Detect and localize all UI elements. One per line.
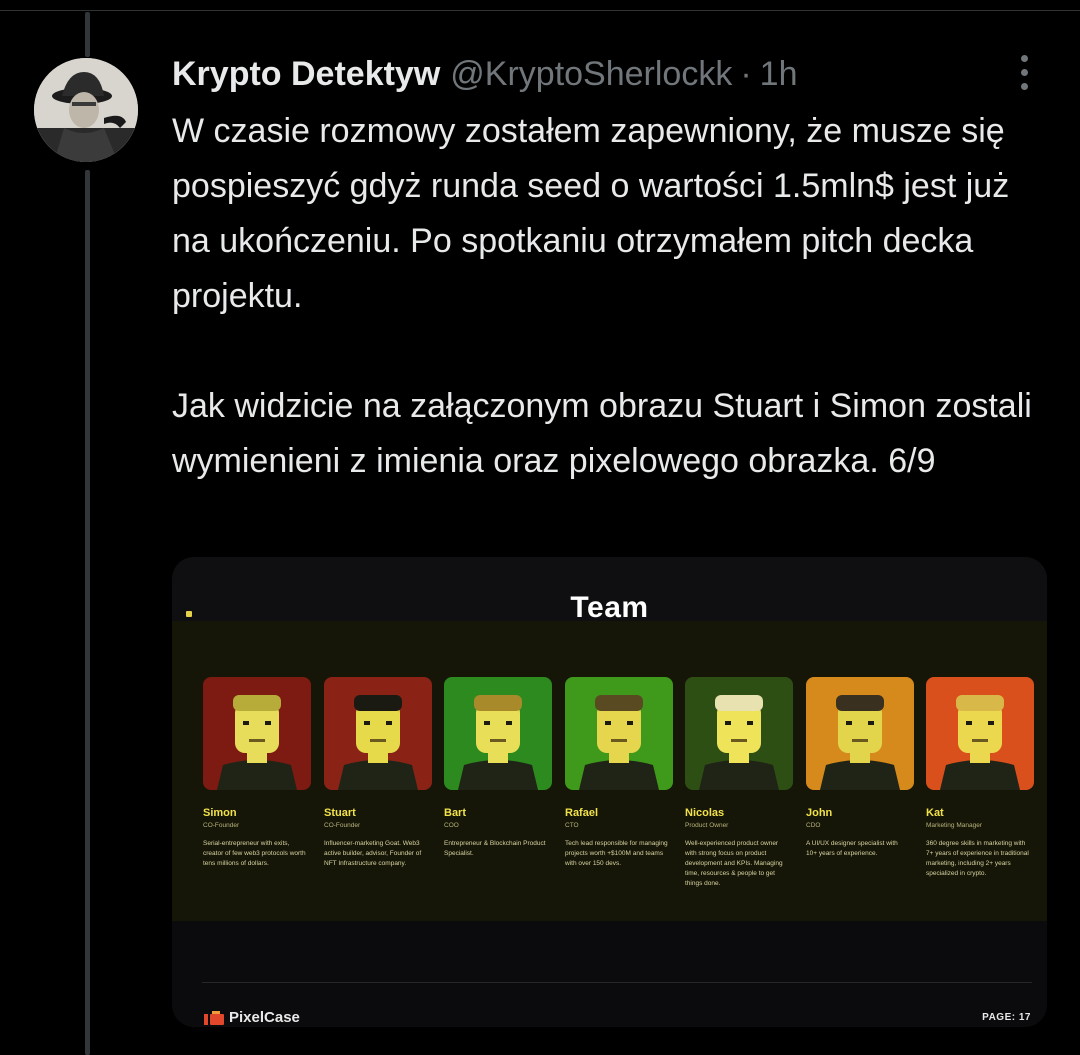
team-member-card: Rafael CTO Tech lead responsible for manag…	[565, 677, 673, 869]
attached-image[interactable]: Team Simon CO-Founder Serial-entrepreneur …	[172, 557, 1047, 1027]
display-name[interactable]: Krypto Detektyw	[172, 55, 440, 94]
tweet-text: W czasie rozmowy zostałem zapewniony, że…	[172, 112, 1032, 480]
team-member-card: Bart COO Entrepreneur & Blockchain Product…	[444, 677, 552, 859]
member-portrait	[324, 677, 432, 790]
member-description: Entrepreneur & Blockchain Product Specia…	[444, 840, 546, 857]
team-member-card: Simon CO-Founder Serial-entrepreneur with …	[203, 677, 311, 869]
thread-connector	[85, 170, 90, 1055]
more-options-icon[interactable]	[1012, 52, 1038, 94]
member-portrait	[203, 677, 311, 790]
member-role: COO	[444, 822, 459, 829]
member-description: 360 degree skills in marketing with 7+ y…	[926, 840, 1029, 877]
member-portrait	[806, 677, 914, 790]
page-number: PAGE: 17	[982, 1012, 1031, 1023]
member-description: Well-experienced product owner with stro…	[685, 840, 783, 887]
member-name: Stuart	[324, 807, 356, 819]
member-description: Serial-entrepreneur with exits, creator …	[203, 840, 306, 867]
thread-connector-top	[85, 12, 90, 57]
brand-name: PixelCase	[229, 1009, 300, 1026]
user-handle[interactable]: @KryptoSherlockk	[450, 55, 732, 94]
member-description: A UI/UX designer specialist with 10+ yea…	[806, 840, 898, 857]
member-portrait	[444, 677, 552, 790]
member-description: Tech lead responsible for managing proje…	[565, 840, 668, 867]
member-name: Simon	[203, 807, 237, 819]
team-member-card: Nicolas Product Owner Well-experienced pro…	[685, 677, 793, 889]
team-member-card: Stuart CO-Founder Influencer-marketing Goa…	[324, 677, 432, 869]
pixelcase-logo-icon	[204, 1010, 224, 1025]
member-name: Rafael	[565, 807, 599, 819]
member-name: Kat	[926, 807, 944, 819]
team-member-card: Kat Marketing Manager 360 degree skills in…	[926, 677, 1034, 879]
timestamp[interactable]: 1h	[760, 55, 798, 94]
member-role: Marketing Manager	[926, 822, 982, 829]
member-name: John	[806, 807, 833, 819]
member-role: CO-Founder	[203, 822, 240, 829]
slide-brand: PixelCase	[204, 1009, 300, 1026]
detective-avatar[interactable]	[34, 58, 138, 162]
top-divider	[0, 10, 1080, 11]
member-role: CDO	[806, 822, 821, 829]
member-role: CO-Founder	[324, 822, 361, 829]
member-description: Influencer-marketing Goat. Web3 active b…	[324, 840, 422, 867]
separator-dot: ·	[740, 54, 752, 93]
member-portrait	[565, 677, 673, 790]
slide-divider	[202, 982, 1032, 983]
member-role: CTO	[565, 822, 579, 829]
slide-title: Team	[570, 591, 649, 624]
member-name: Bart	[444, 807, 467, 819]
member-name: Nicolas	[685, 807, 725, 819]
tweet-header: Krypto Detektyw @KryptoSherlockk · 1h	[172, 54, 798, 94]
team-member-card: John CDO A UI/UX designer specialist with …	[806, 677, 914, 859]
member-portrait	[685, 677, 793, 790]
member-role: Product Owner	[685, 822, 729, 829]
member-portrait	[926, 677, 1034, 790]
